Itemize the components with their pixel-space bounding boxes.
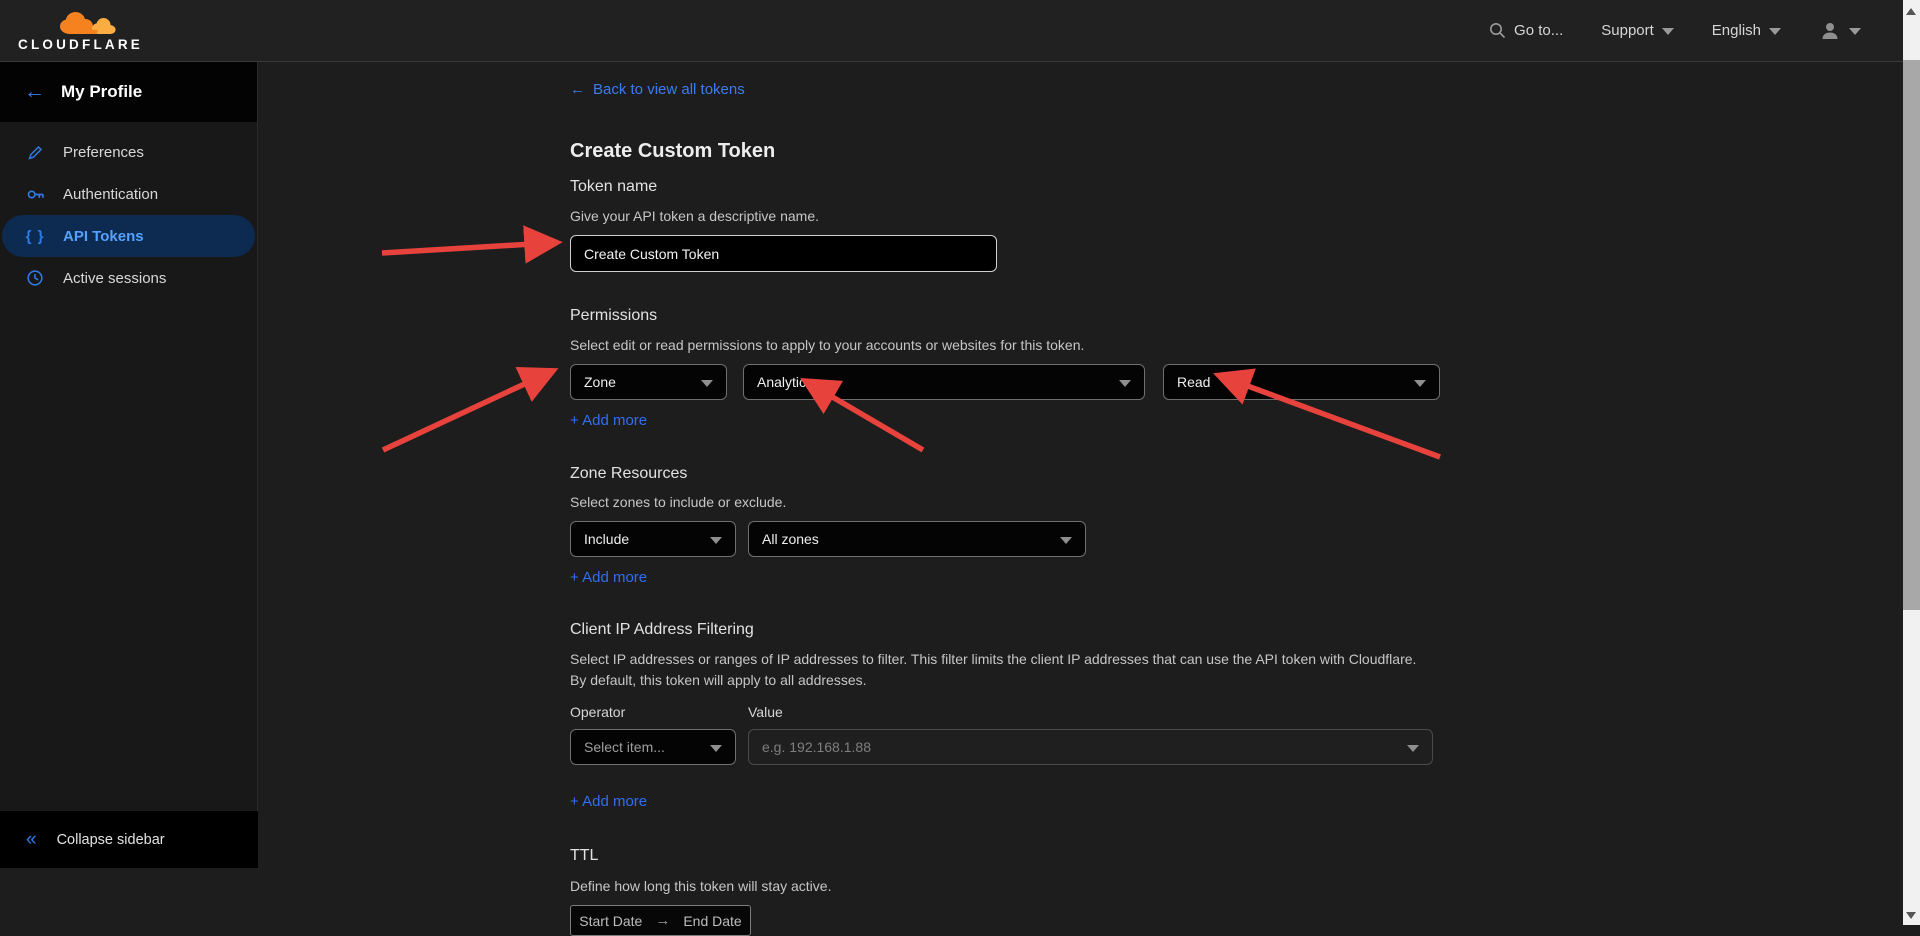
support-menu[interactable]: Support [1601,22,1674,39]
scroll-up-icon[interactable] [1906,8,1916,15]
value-label: Value [748,704,783,720]
cloudflare-logo[interactable]: CLOUDFLARE [18,10,130,52]
permission-scope-select[interactable]: Zone [570,364,727,400]
start-date-label: Start Date [579,913,642,929]
permissions-add-more-link[interactable]: + Add more [570,412,647,429]
sidebar-header: ← My Profile [0,62,257,122]
back-to-tokens-link[interactable]: ← Back to view all tokens [570,81,745,98]
sidebar-item-label: Active sessions [63,270,166,287]
logo-wordmark: CLOUDFLARE [18,37,130,52]
ttl-description: Define how long this token will stay act… [570,876,1903,897]
collapse-sidebar-label: Collapse sidebar [57,832,165,848]
sidebar-item-label: Preferences [63,144,144,161]
chevron-down-icon [1060,537,1072,544]
chevron-down-icon [710,537,722,544]
permissions-label: Permissions [570,307,1903,325]
chevron-down-icon [701,380,713,387]
go-to-search[interactable]: Go to... [1489,22,1563,39]
double-chevron-left-icon: « [26,829,37,851]
sidebar-item-label: API Tokens [63,228,144,245]
zone-resources-add-more-link[interactable]: + Add more [570,569,647,586]
ttl-label: TTL [570,847,1903,865]
back-arrow-icon[interactable]: ← [24,80,45,104]
client-ip-label: Client IP Address Filtering [570,621,1903,639]
chevron-down-icon [1407,745,1419,752]
search-icon [1489,22,1506,39]
zone-resources-description: Select zones to include or exclude. [570,492,1903,513]
client-ip-description: Select IP addresses or ranges of IP addr… [570,649,1428,691]
operator-label: Operator [570,704,748,720]
scroll-down-icon[interactable] [1906,912,1916,919]
ttl-date-range-picker[interactable]: Start Date → End Date [570,905,751,936]
sidebar-item-authentication[interactable]: Authentication [2,173,255,215]
ip-operator-select[interactable]: Select item... [570,729,736,765]
page-title: Create Custom Token [570,140,1903,163]
braces-icon: { } [24,228,46,245]
token-name-label: Token name [570,178,1903,196]
back-arrow-icon: ← [570,81,585,98]
pencil-icon [24,144,46,161]
profile-sidebar: ← My Profile Preferences Authentication … [0,62,258,868]
chevron-down-icon [1414,380,1426,387]
chevron-down-icon [1769,28,1781,35]
language-label: English [1712,22,1761,39]
sidebar-item-preferences[interactable]: Preferences [2,131,255,173]
go-to-label: Go to... [1514,22,1563,39]
support-label: Support [1601,22,1654,39]
sidebar-item-api-tokens[interactable]: { } API Tokens [2,215,255,257]
chevron-down-icon [1662,28,1674,35]
main-content: ← Back to view all tokens Create Custom … [258,62,1903,925]
key-icon [24,185,46,204]
sidebar-item-active-sessions[interactable]: Active sessions [2,257,255,299]
clock-icon [24,269,46,287]
end-date-label: End Date [683,913,741,929]
permission-group-select[interactable]: Analytics [743,364,1145,400]
chevron-down-icon [1119,380,1131,387]
vertical-scrollbar[interactable] [1903,0,1920,925]
token-name-input[interactable] [570,235,997,272]
user-icon [1819,20,1841,42]
client-ip-add-more-link[interactable]: + Add more [570,793,647,810]
sidebar-item-label: Authentication [63,186,158,203]
permissions-description: Select edit or read permissions to apply… [570,335,1903,356]
sidebar-title: My Profile [61,82,142,102]
cloudflare-cloud-icon [56,10,120,36]
right-arrow-icon: → [655,912,670,929]
token-name-description: Give your API token a descriptive name. [570,206,1903,227]
chevron-down-icon [1849,28,1861,35]
zone-include-select[interactable]: Include [570,521,736,557]
chevron-down-icon [710,745,722,752]
zone-target-select[interactable]: All zones [748,521,1086,557]
permission-access-select[interactable]: Read [1163,364,1440,400]
top-bar: CLOUDFLARE Go to... Support English [0,0,1903,62]
ip-value-select[interactable]: e.g. 192.168.1.88 [748,729,1433,765]
zone-resources-label: Zone Resources [570,465,1903,483]
scrollbar-thumb[interactable] [1903,60,1920,610]
account-menu[interactable] [1819,20,1861,42]
collapse-sidebar-button[interactable]: « Collapse sidebar [0,811,258,868]
language-menu[interactable]: English [1712,22,1781,39]
